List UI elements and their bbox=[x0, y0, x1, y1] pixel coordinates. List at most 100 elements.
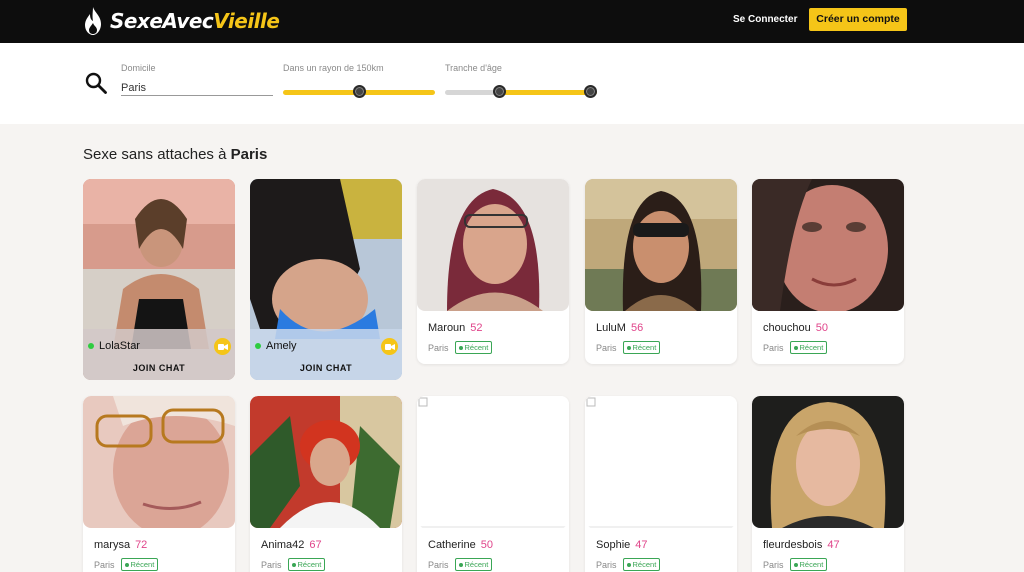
age-range-label: Tranche d'âge bbox=[445, 63, 502, 73]
profile-city-row: Paris Récent bbox=[763, 341, 828, 354]
profile-name: Sophie bbox=[596, 539, 631, 551]
recent-badge: Récent bbox=[454, 558, 493, 571]
profile-city: Paris bbox=[596, 342, 617, 353]
profile-city: Paris bbox=[763, 559, 784, 570]
profile-card[interactable]: LuluM 56 Paris Récent bbox=[585, 179, 737, 364]
profile-age: 47 bbox=[635, 539, 648, 551]
profile-photo bbox=[417, 179, 569, 311]
recent-badge-label: Récent bbox=[632, 343, 657, 352]
online-status-dot bbox=[255, 343, 261, 349]
radius-slider[interactable] bbox=[283, 85, 435, 100]
logo-text-part1: SexeAvec bbox=[110, 9, 214, 33]
profile-age: 50 bbox=[815, 322, 828, 334]
profile-card[interactable]: Catherine 50 Paris Récent bbox=[417, 396, 569, 572]
recent-badge-label: Récent bbox=[632, 560, 657, 569]
search-filter-bar: Domicile Dans un rayon de 150km Tranche … bbox=[0, 43, 1024, 124]
age-slider-fill bbox=[500, 90, 597, 95]
badge-dot bbox=[626, 562, 631, 567]
profile-name-row: Catherine 50 bbox=[428, 539, 493, 551]
profile-name-row: marysa 72 bbox=[94, 539, 147, 551]
badge-dot bbox=[458, 562, 463, 567]
recent-badge: Récent bbox=[789, 341, 828, 354]
profile-age: 50 bbox=[480, 539, 493, 551]
badge-dot bbox=[793, 345, 798, 350]
camera-icon[interactable] bbox=[214, 338, 231, 355]
age-range-slider[interactable] bbox=[445, 85, 597, 100]
profile-name-row: fleurdesbois 47 bbox=[763, 539, 840, 551]
join-chat-button[interactable]: JOIN CHAT bbox=[250, 357, 402, 380]
recent-badge: Récent bbox=[287, 558, 326, 571]
profile-city-row: Paris Récent bbox=[428, 558, 493, 571]
profile-city-row: Paris Récent bbox=[596, 558, 661, 571]
profile-card[interactable]: chouchou 50 Paris Récent bbox=[752, 179, 904, 364]
section-title-prefix: Sexe sans attaches à bbox=[83, 146, 227, 163]
badge-dot bbox=[124, 562, 129, 567]
profile-photo bbox=[752, 396, 904, 528]
recent-badge-label: Récent bbox=[799, 560, 824, 569]
recent-badge-label: Récent bbox=[464, 343, 489, 352]
flame-icon bbox=[85, 7, 101, 35]
recent-badge-label: Récent bbox=[297, 560, 322, 569]
profile-name: Maroun bbox=[428, 322, 466, 334]
profile-card[interactable]: Maroun 52 Paris Récent bbox=[417, 179, 569, 364]
profile-age: 47 bbox=[827, 539, 840, 551]
profile-photo-placeholder bbox=[417, 396, 569, 528]
recent-badge: Récent bbox=[622, 341, 661, 354]
age-slider-max-thumb[interactable] bbox=[584, 85, 597, 98]
recent-badge: Récent bbox=[120, 558, 159, 571]
profile-card[interactable]: fleurdesbois 47 Paris Récent bbox=[752, 396, 904, 572]
age-slider-min-thumb[interactable] bbox=[493, 85, 506, 98]
camera-icon[interactable] bbox=[381, 338, 398, 355]
section-title-city: Paris bbox=[230, 146, 268, 163]
profile-age: 56 bbox=[630, 322, 644, 334]
signup-button[interactable]: Créer un compte bbox=[809, 8, 907, 31]
profile-name: marysa bbox=[94, 539, 131, 551]
badge-dot bbox=[458, 345, 463, 350]
profile-city-row: Paris Récent bbox=[261, 558, 326, 571]
profile-photo bbox=[83, 396, 235, 537]
profile-age: 72 bbox=[135, 539, 148, 551]
profile-photo bbox=[250, 396, 402, 528]
profile-name-row: Maroun 52 bbox=[428, 322, 483, 334]
recent-badge-label: Récent bbox=[464, 560, 489, 569]
badge-dot bbox=[793, 562, 798, 567]
profile-name-row: chouchou 50 bbox=[763, 322, 828, 334]
profile-city: Paris bbox=[428, 559, 449, 570]
profile-city: Paris bbox=[596, 559, 617, 570]
profile-city: Paris bbox=[94, 559, 115, 570]
profile-card[interactable]: Anima42 67 Paris Récent bbox=[250, 396, 402, 572]
profile-name: Amely bbox=[266, 340, 297, 352]
profile-name-row: LuluM 56 bbox=[596, 322, 643, 334]
domicile-input[interactable] bbox=[121, 80, 273, 96]
profile-card[interactable]: marysa 72 Paris Récent bbox=[83, 396, 235, 572]
profile-name: Catherine bbox=[428, 539, 476, 551]
logo-text-part2: Vieille bbox=[213, 9, 280, 33]
profile-card[interactable]: Sophie 47 Paris Récent bbox=[585, 396, 737, 572]
profile-name-row: Sophie 47 bbox=[596, 539, 648, 551]
profile-photo-placeholder bbox=[585, 396, 737, 528]
radius-slider-thumb[interactable] bbox=[353, 85, 366, 98]
join-chat-button[interactable]: JOIN CHAT bbox=[83, 357, 235, 380]
profile-city: Paris bbox=[428, 342, 449, 353]
profile-name: chouchou bbox=[763, 322, 811, 334]
profile-age: 52 bbox=[470, 322, 483, 334]
profile-city-row: Paris Récent bbox=[763, 558, 828, 571]
radius-label: Dans un rayon de 150km bbox=[283, 63, 384, 73]
login-link[interactable]: Se Connecter bbox=[733, 14, 797, 25]
recent-badge: Récent bbox=[789, 558, 828, 571]
site-header: SexeAvecVieille Se Connecter Créer un co… bbox=[0, 0, 1024, 43]
live-profile-card[interactable]: Amely JOIN CHAT bbox=[250, 179, 402, 380]
profile-city-row: Paris Récent bbox=[596, 341, 661, 354]
profile-city: Paris bbox=[763, 342, 784, 353]
profile-age: 67 bbox=[309, 539, 322, 551]
logo-text: SexeAvecVieille bbox=[110, 9, 280, 33]
search-icon[interactable] bbox=[84, 71, 108, 95]
profile-city-row: Paris Récent bbox=[94, 558, 159, 571]
live-profile-card[interactable]: LolaStar JOIN CHAT bbox=[83, 179, 235, 380]
profile-city: Paris bbox=[261, 559, 282, 570]
profile-name: LuluM bbox=[596, 322, 626, 334]
profile-name-row: Anima42 67 bbox=[261, 539, 322, 551]
profile-name: Anima42 bbox=[261, 539, 305, 551]
profile-name: LolaStar bbox=[99, 340, 140, 352]
site-logo[interactable]: SexeAvecVieille bbox=[82, 5, 280, 37]
